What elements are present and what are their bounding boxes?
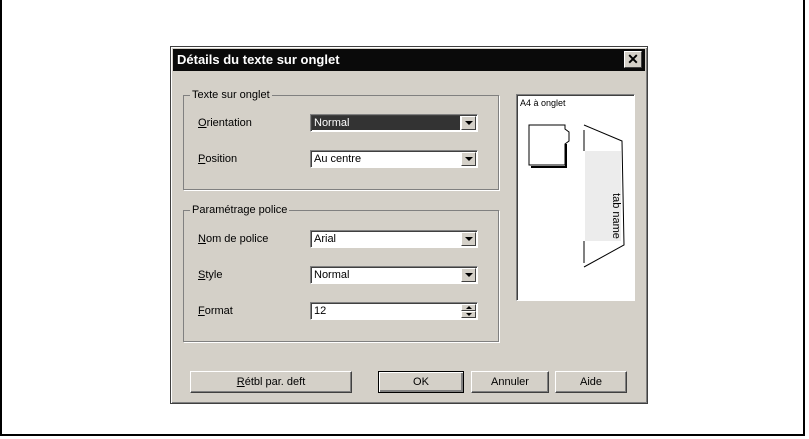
position-label: Position	[198, 153, 238, 165]
style-value: Normal	[314, 269, 350, 281]
format-label: Format	[198, 305, 233, 317]
chevron-down-icon[interactable]	[461, 268, 476, 282]
orientation-select[interactable]: Normal	[310, 114, 478, 132]
tab-preview-pane: A4 à onglet tab name	[516, 94, 635, 301]
orientation-value: Normal	[312, 116, 460, 130]
chevron-down-icon[interactable]	[461, 232, 476, 246]
dialog-title: Détails du texte sur onglet	[177, 52, 340, 67]
chevron-down-icon[interactable]	[461, 152, 476, 166]
font-settings-group: Paramétrage police Nom de police Arial S…	[183, 204, 499, 342]
font-name-label: Nom de police	[198, 233, 269, 245]
ok-button[interactable]: OK	[378, 371, 464, 393]
style-select[interactable]: Normal	[310, 266, 478, 284]
font-name-select[interactable]: Arial	[310, 230, 478, 248]
format-value: 12	[314, 305, 327, 317]
font-name-value: Arial	[314, 233, 337, 245]
font-settings-group-title: Paramétrage police	[190, 204, 290, 216]
spin-up-icon[interactable]	[461, 304, 476, 311]
tab-text-details-dialog: Détails du texte sur onglet ✕ Texte sur …	[170, 46, 648, 404]
position-value: Au centre	[314, 153, 362, 165]
spin-down-icon[interactable]	[461, 311, 476, 318]
format-spinbox[interactable]: 12	[310, 302, 478, 320]
orientation-label: Orientation	[198, 117, 252, 129]
preview-tab-text: tab name	[609, 193, 622, 239]
tab-text-group-title: Texte sur onglet	[190, 89, 272, 101]
style-label: Style	[198, 269, 223, 281]
chevron-down-icon[interactable]	[461, 116, 476, 130]
cancel-button[interactable]: Annuler	[471, 371, 549, 393]
tab-text-group: Texte sur onglet Orientation Normal Posi…	[183, 89, 499, 190]
close-icon: ✕	[627, 51, 639, 67]
dialog-titlebar: Détails du texte sur onglet ✕	[173, 49, 645, 71]
close-button[interactable]: ✕	[624, 51, 642, 68]
help-button[interactable]: Aide	[555, 371, 627, 393]
position-select[interactable]: Au centre	[310, 150, 478, 168]
reset-defaults-button[interactable]: Rétbl par. deft	[190, 371, 352, 393]
